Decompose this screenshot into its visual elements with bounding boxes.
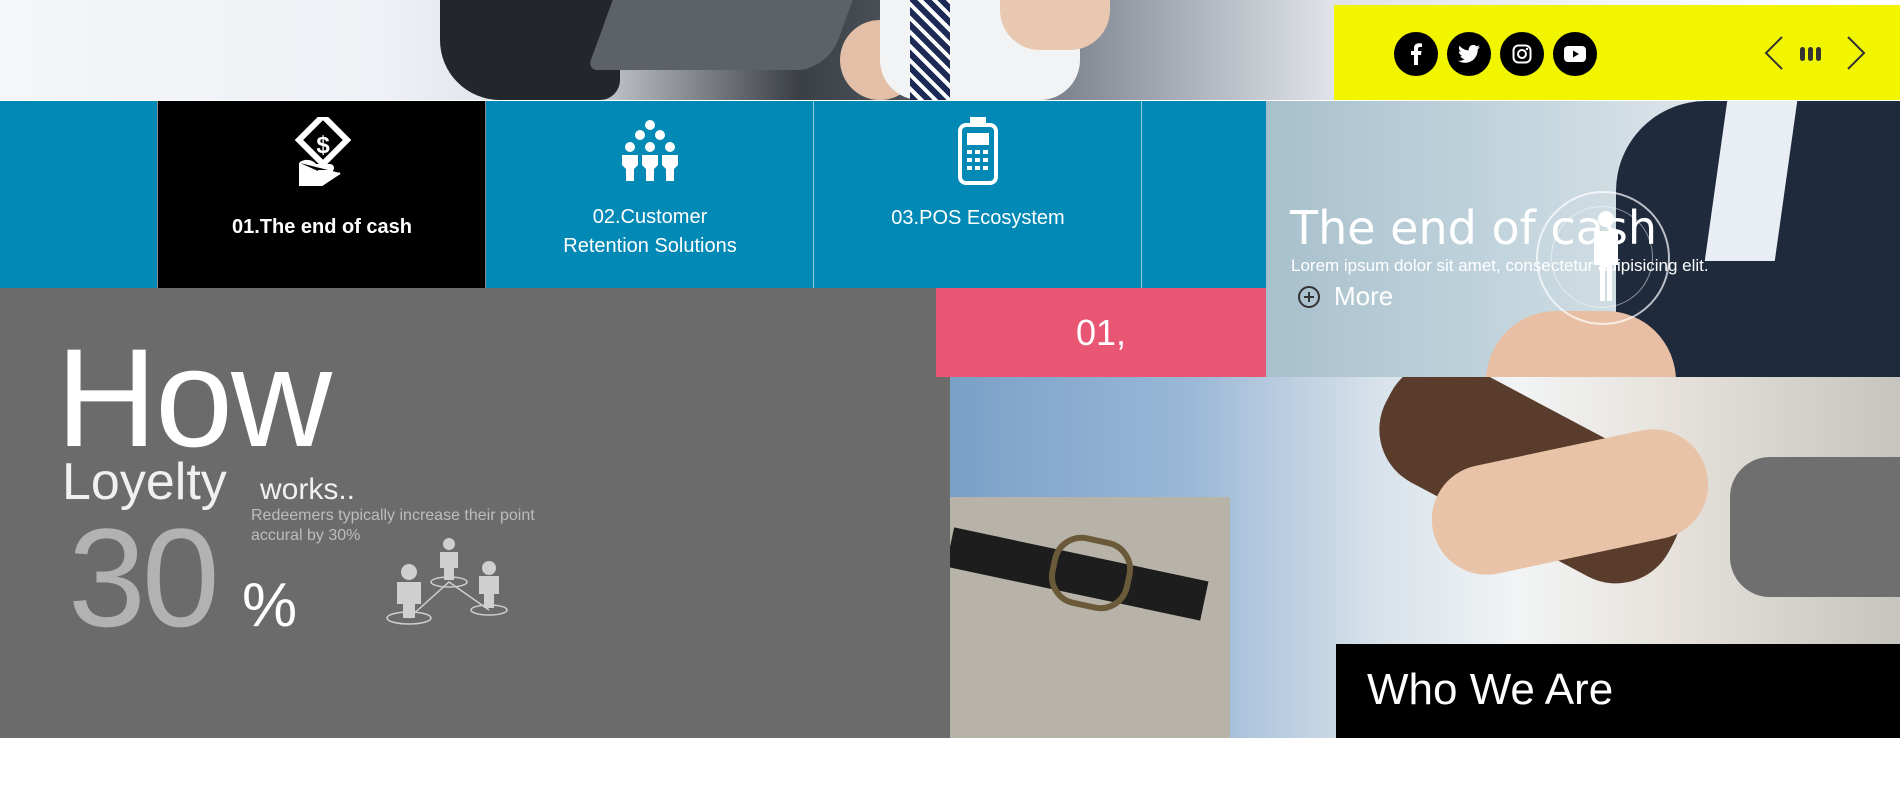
who-we-are-box[interactable]: Who We Are xyxy=(1336,644,1900,738)
slide-image: The end of cash Lorem ipsum dolor sit am… xyxy=(1266,101,1900,377)
service-tab-end-of-cash[interactable]: $ 01.The end of cash xyxy=(157,101,486,288)
service-tab-customer-retention[interactable]: 02.Customer Retention Solutions xyxy=(485,101,814,288)
more-label: More xyxy=(1334,281,1394,311)
slide-title: The end of cash xyxy=(1290,201,1658,255)
services-strip: $ 01.The end of cash 02.Customer Retenti… xyxy=(0,101,1266,288)
more-link[interactable]: More xyxy=(1298,281,1393,312)
works-heading: works.. xyxy=(260,473,356,506)
service-label: 01.The end of cash xyxy=(231,216,413,238)
svg-text:$: $ xyxy=(316,132,330,159)
service-tab-empty xyxy=(1141,101,1267,288)
instagram-icon[interactable] xyxy=(1500,32,1544,76)
percent-value: 30 xyxy=(68,499,220,656)
percent-sign: % xyxy=(242,571,298,640)
twitter-icon[interactable] xyxy=(1447,32,1491,76)
how-heading: How xyxy=(56,319,332,476)
facebook-icon[interactable] xyxy=(1394,32,1438,76)
next-arrow-icon[interactable] xyxy=(1836,33,1876,73)
money-hand-icon: $ xyxy=(294,117,352,186)
slide-text: Lorem ipsum dolor sit amet, consectetur … xyxy=(1291,256,1709,275)
who-we-are-title: Who We Are xyxy=(1367,665,1614,714)
loyalty-panel: How Loyelty works.. 30 % Redeemers typic… xyxy=(0,288,950,738)
service-tab-pos-ecosystem[interactable]: 03.POS Ecosystem xyxy=(813,101,1142,288)
slide-counter: 01, xyxy=(936,288,1266,377)
youtube-icon[interactable] xyxy=(1553,32,1597,76)
slider-dots[interactable] xyxy=(1800,47,1821,61)
social-bar xyxy=(1334,5,1900,100)
service-label: 03.POS Ecosystem xyxy=(891,207,1065,229)
people-network-icon xyxy=(622,120,678,181)
people-network-icon xyxy=(386,538,508,625)
prev-arrow-icon[interactable] xyxy=(1754,33,1794,73)
pos-terminal-icon xyxy=(958,117,998,185)
plus-circle-icon xyxy=(1298,285,1320,308)
service-label: 02.Customer Retention Solutions xyxy=(563,206,737,257)
